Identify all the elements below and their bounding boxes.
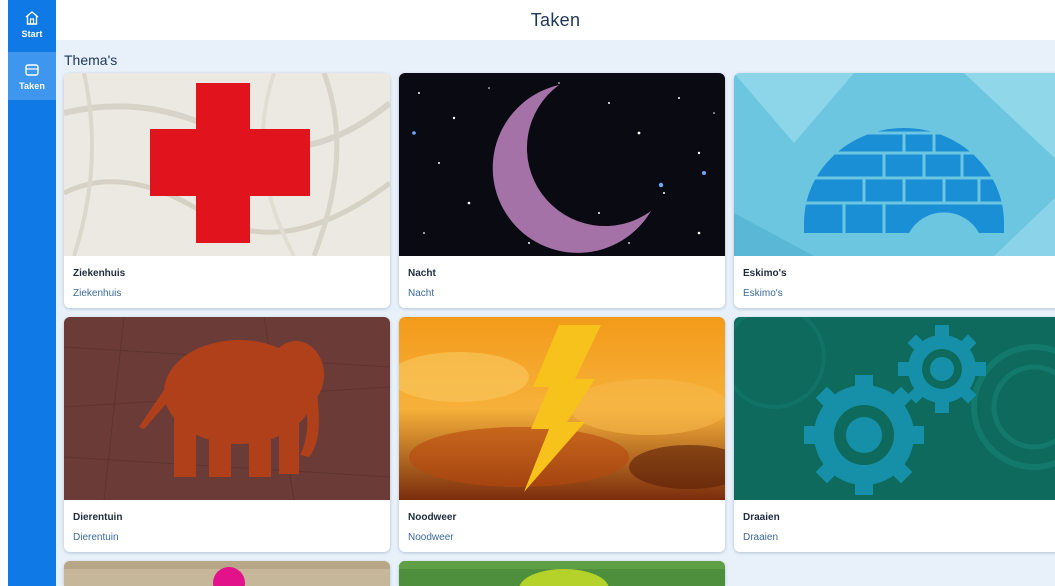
card-image bbox=[399, 317, 725, 500]
card-image bbox=[64, 73, 390, 256]
card-title: Noodweer bbox=[408, 512, 457, 523]
sidebar: Start Taken bbox=[8, 0, 56, 586]
theme-card-eskimos[interactable]: Eskimo's Eskimo's bbox=[734, 73, 1055, 308]
card-subtitle: Ziekenhuis bbox=[73, 288, 122, 299]
card-image bbox=[734, 73, 1055, 256]
theme-card-partial-2[interactable] bbox=[399, 561, 725, 586]
page-title: Taken bbox=[530, 9, 581, 30]
home-icon bbox=[25, 10, 39, 25]
top-bar: Taken bbox=[56, 0, 1055, 40]
sidebar-item-start[interactable]: Start bbox=[8, 0, 56, 48]
card-title: Eskimo's bbox=[743, 268, 787, 279]
card-title: Draaien bbox=[743, 512, 780, 523]
card-subtitle: Dierentuin bbox=[73, 532, 119, 543]
section-title: Thema's bbox=[64, 52, 118, 68]
card-subtitle: Draaien bbox=[743, 532, 779, 543]
card-image bbox=[734, 317, 1055, 500]
theme-card-noodweer[interactable]: Noodweer Noodweer bbox=[399, 317, 725, 552]
theme-card-dierentuin[interactable]: Dierentuin Dierentuin bbox=[64, 317, 390, 552]
card-subtitle: Eskimo's bbox=[743, 288, 783, 299]
card-subtitle: Nacht bbox=[408, 288, 435, 299]
card-title: Ziekenhuis bbox=[73, 268, 126, 279]
sidebar-item-label: Start bbox=[21, 28, 43, 39]
card-title: Nacht bbox=[408, 268, 436, 279]
sidebar-item-taken[interactable]: Taken bbox=[8, 52, 56, 100]
theme-card-draaien[interactable]: Draaien Draaien bbox=[734, 317, 1055, 552]
theme-card-ziekenhuis[interactable]: Ziekenhuis Ziekenhuis bbox=[64, 73, 390, 308]
window-edge bbox=[0, 0, 8, 586]
card-image bbox=[399, 73, 725, 256]
card-image bbox=[64, 561, 390, 586]
card-image bbox=[64, 317, 390, 500]
theme-card-partial-1[interactable] bbox=[64, 561, 390, 586]
theme-card-nacht[interactable]: Nacht Nacht bbox=[399, 73, 725, 308]
card-subtitle: Noodweer bbox=[408, 532, 454, 543]
tasks-icon bbox=[25, 63, 39, 76]
sidebar-item-label: Taken bbox=[19, 80, 45, 91]
card-title: Dierentuin bbox=[73, 512, 123, 523]
card-image bbox=[399, 561, 725, 586]
